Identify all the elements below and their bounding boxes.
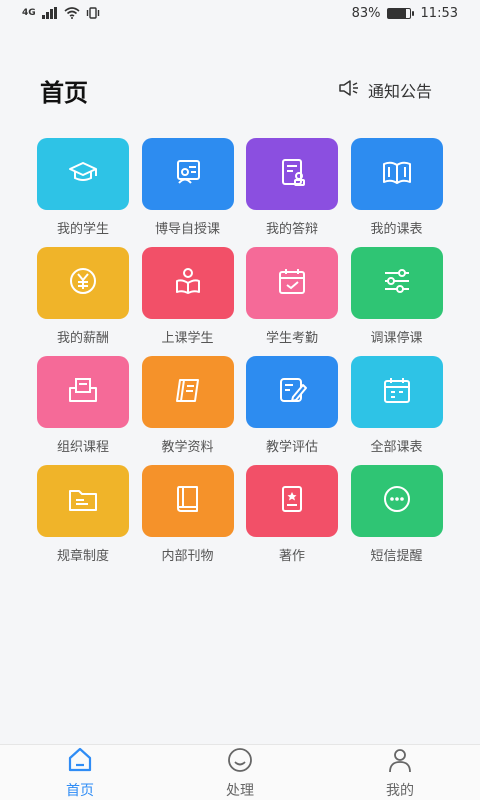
chat-dots-icon bbox=[380, 482, 414, 520]
grid-tile bbox=[246, 138, 338, 210]
grid-item-label: 全部课表 bbox=[370, 440, 423, 455]
battery-icon bbox=[386, 7, 414, 19]
network-label: 4G bbox=[22, 8, 36, 18]
edit-form-icon bbox=[275, 373, 309, 411]
tab-label: 我的 bbox=[386, 782, 414, 799]
grid-tile bbox=[37, 247, 129, 319]
grid-item-1[interactable]: 博导自授课 bbox=[141, 138, 234, 247]
grid-item-label: 著作 bbox=[278, 549, 305, 564]
grid-item-10[interactable]: 教学评估 bbox=[246, 356, 338, 465]
award-document-icon bbox=[275, 482, 309, 520]
grid-item-13[interactable]: 内部刊物 bbox=[141, 465, 234, 574]
defense-document-icon bbox=[275, 155, 309, 193]
grid-tile bbox=[246, 356, 338, 428]
grid-tile bbox=[350, 356, 443, 428]
grid-item-label: 我的学生 bbox=[56, 222, 109, 237]
home-icon bbox=[66, 746, 94, 778]
vibrate-icon bbox=[86, 7, 100, 19]
grid-item-11[interactable]: 全部课表 bbox=[350, 356, 443, 465]
grid-item-label: 我的薪酬 bbox=[56, 331, 109, 346]
person-icon bbox=[386, 746, 414, 778]
grid-item-4[interactable]: 我的薪酬 bbox=[37, 247, 129, 356]
yuan-coin-icon bbox=[66, 264, 100, 302]
grid-tile bbox=[37, 356, 129, 428]
battery-percent: 83% bbox=[351, 5, 381, 21]
calendar-check-icon bbox=[275, 264, 309, 302]
grid-item-12[interactable]: 规章制度 bbox=[37, 465, 129, 574]
grid-item-label: 内部刊物 bbox=[161, 549, 214, 564]
grid-item-label: 短信提醒 bbox=[370, 549, 423, 564]
grid-item-6[interactable]: 学生考勤 bbox=[246, 247, 338, 356]
grid-tile bbox=[350, 138, 443, 210]
grid-tile bbox=[141, 465, 234, 537]
header: 首页 通知公告 bbox=[0, 70, 480, 110]
speaker-icon bbox=[338, 79, 360, 101]
grid-item-7[interactable]: 调课停课 bbox=[350, 247, 443, 356]
grid-tile bbox=[141, 138, 234, 210]
graduation-cap-icon bbox=[66, 155, 100, 193]
grid-tile bbox=[141, 356, 234, 428]
grid-item-label: 规章制度 bbox=[56, 549, 109, 564]
feature-grid: 我的学生 博导自授课 我的答辩 我的课表我的薪酬 上课学生 学生考勤 调课停课组织课程 教学资… bbox=[37, 138, 443, 574]
smile-icon bbox=[226, 746, 254, 778]
grid-item-3[interactable]: 我的课表 bbox=[350, 138, 443, 247]
folder-icon bbox=[66, 482, 100, 520]
book-icon bbox=[171, 482, 205, 520]
grid-tile bbox=[246, 247, 338, 319]
notebook-icon bbox=[171, 373, 205, 411]
status-left: 4G bbox=[22, 7, 100, 19]
clock: 11:53 bbox=[420, 5, 458, 21]
inbox-document-icon bbox=[66, 373, 100, 411]
status-right: 83% 11:53 bbox=[352, 6, 458, 21]
calendar-icon bbox=[380, 373, 414, 411]
open-book-icon bbox=[380, 155, 414, 193]
grid-item-label: 博导自授课 bbox=[154, 222, 220, 237]
grid-item-label: 教学评估 bbox=[265, 440, 318, 455]
grid-item-14[interactable]: 著作 bbox=[246, 465, 338, 574]
grid-tile bbox=[246, 465, 338, 537]
grid-tile bbox=[37, 138, 129, 210]
grid-item-5[interactable]: 上课学生 bbox=[141, 247, 234, 356]
grid-item-label: 教学资料 bbox=[161, 440, 214, 455]
wifi-icon bbox=[64, 7, 80, 19]
notice-button[interactable]: 通知公告 bbox=[338, 78, 432, 102]
grid-item-15[interactable]: 短信提醒 bbox=[350, 465, 443, 574]
grid-item-9[interactable]: 教学资料 bbox=[141, 356, 234, 465]
grid-item-label: 调课停课 bbox=[370, 331, 423, 346]
tab-2[interactable]: 我的 bbox=[350, 746, 450, 800]
grid-tile bbox=[141, 247, 234, 319]
tab-1[interactable]: 处理 bbox=[190, 746, 290, 800]
page-title: 首页 bbox=[40, 78, 88, 107]
tab-label: 首页 bbox=[66, 782, 94, 799]
grid-item-0[interactable]: 我的学生 bbox=[37, 138, 129, 247]
notice-label: 通知公告 bbox=[367, 82, 432, 101]
bottom-tabbar: 首页 处理 我的 bbox=[0, 744, 480, 800]
signal-icon bbox=[41, 7, 58, 19]
reading-student-icon bbox=[171, 264, 205, 302]
presentation-icon bbox=[171, 155, 205, 193]
grid-item-label: 我的课表 bbox=[370, 222, 423, 237]
grid-item-label: 我的答辩 bbox=[265, 222, 318, 237]
grid-item-8[interactable]: 组织课程 bbox=[37, 356, 129, 465]
grid-item-label: 学生考勤 bbox=[265, 331, 318, 346]
grid-item-label: 上课学生 bbox=[161, 331, 214, 346]
grid-tile bbox=[350, 247, 443, 319]
grid-tile bbox=[37, 465, 129, 537]
sliders-icon bbox=[380, 264, 414, 302]
battery-level bbox=[387, 8, 406, 18]
grid-item-label: 组织课程 bbox=[56, 440, 109, 455]
grid-item-2[interactable]: 我的答辩 bbox=[246, 138, 338, 247]
tab-0[interactable]: 首页 bbox=[30, 746, 130, 800]
tab-label: 处理 bbox=[226, 782, 254, 799]
grid-tile bbox=[350, 465, 443, 537]
status-bar: 4G 83% 11:53 bbox=[0, 0, 480, 26]
